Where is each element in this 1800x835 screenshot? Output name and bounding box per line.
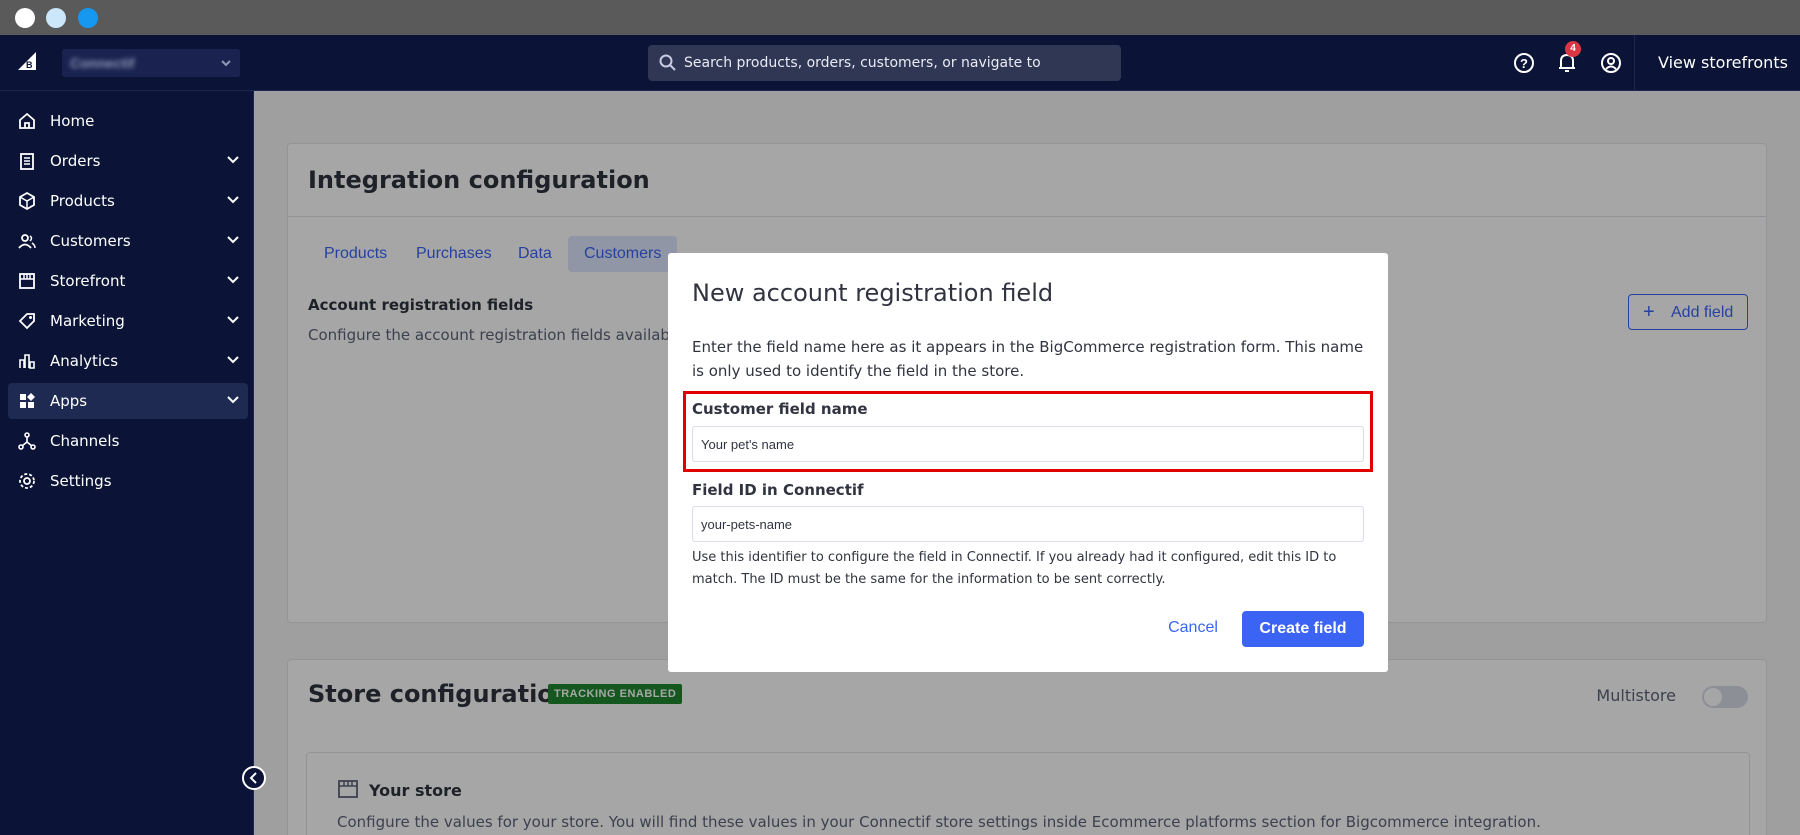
sidebar-item-label: Analytics [50, 352, 119, 370]
analytics-icon [19, 354, 35, 369]
svg-text:?: ? [1520, 56, 1528, 71]
sidebar-item-apps[interactable]: Apps [8, 383, 248, 419]
chevron-down-icon [227, 356, 239, 364]
view-storefronts-link[interactable]: View storefronts [1658, 53, 1788, 72]
account-icon[interactable] [1598, 50, 1624, 76]
sidebar-item-label: Storefront [50, 272, 126, 290]
window-minimize-button[interactable] [46, 8, 66, 28]
search-icon [659, 54, 676, 71]
channels-icon [18, 432, 36, 450]
chevron-down-icon [227, 156, 239, 164]
sidebar-item-label: Channels [50, 432, 120, 450]
sidebar-item-channels[interactable]: Channels [8, 423, 248, 459]
notifications-badge: 4 [1565, 41, 1581, 57]
marketing-icon [18, 313, 35, 330]
sidebar-item-customers[interactable]: Customers [8, 223, 248, 259]
chevron-down-icon [227, 276, 239, 284]
sidebar-collapse-button[interactable] [242, 766, 266, 790]
top-bar: B Connectif Search products, orders, cus… [0, 35, 1800, 91]
window-maximize-button[interactable] [78, 8, 98, 28]
chevron-left-icon [249, 772, 257, 784]
sidebar-item-label: Settings [50, 472, 112, 490]
sidebar-item-orders[interactable]: Orders [8, 143, 248, 179]
sidebar: Home Orders Products Customers Storefron… [0, 91, 254, 835]
help-icon[interactable]: ? [1511, 50, 1537, 76]
sidebar-item-label: Home [50, 112, 95, 130]
customer-field-value: Your pet's name [701, 437, 795, 452]
chevron-down-icon [227, 396, 239, 404]
customers-icon [18, 234, 36, 249]
sidebar-item-storefront[interactable]: Storefront [8, 263, 248, 299]
new-field-modal: New account registration field Enter the… [668, 253, 1388, 672]
settings-icon [19, 473, 35, 489]
sidebar-item-settings[interactable]: Settings [8, 463, 248, 499]
field-id-input[interactable]: your-pets-name [692, 506, 1364, 542]
sidebar-item-label: Marketing [50, 312, 125, 330]
sidebar-item-analytics[interactable]: Analytics [8, 343, 248, 379]
sidebar-item-products[interactable]: Products [8, 183, 248, 219]
products-icon [19, 191, 35, 211]
chevron-down-icon [227, 196, 239, 204]
store-name: Connectif [70, 55, 135, 71]
home-icon [19, 112, 35, 129]
topbar-divider [1634, 35, 1635, 91]
chevron-down-icon [227, 236, 239, 244]
chevron-down-icon [221, 60, 231, 67]
svg-text:B: B [26, 60, 33, 70]
sidebar-item-marketing[interactable]: Marketing [8, 303, 248, 339]
search-placeholder: Search products, orders, customers, or n… [684, 55, 1041, 71]
modal-title: New account registration field [692, 279, 1054, 307]
sidebar-item-home[interactable]: Home [8, 103, 248, 139]
customer-field-input[interactable]: Your pet's name [692, 426, 1364, 462]
store-selector[interactable]: Connectif [62, 49, 240, 77]
window-close-button[interactable] [15, 8, 35, 28]
bigcommerce-logo-icon[interactable]: B [14, 49, 42, 77]
search-bar[interactable]: Search products, orders, customers, or n… [648, 45, 1121, 81]
field-id-help-text: Use this identifier to configure the fie… [692, 550, 1337, 587]
storefront-icon [19, 273, 35, 289]
create-field-button[interactable]: Create field [1242, 611, 1364, 647]
orders-icon [20, 153, 34, 170]
sidebar-item-label: Customers [50, 232, 131, 250]
sidebar-item-label: Orders [50, 152, 101, 170]
customer-field-label: Customer field name [692, 400, 868, 418]
sidebar-item-label: Apps [50, 392, 88, 410]
cancel-button[interactable]: Cancel [1158, 611, 1228, 645]
window-titlebar [0, 0, 1800, 35]
sidebar-item-label: Products [50, 192, 115, 210]
modal-description: Enter the field name here as it appears … [692, 338, 1364, 380]
chevron-down-icon [227, 316, 239, 324]
apps-icon [20, 393, 35, 408]
field-id-label: Field ID in Connectif [692, 481, 864, 499]
field-id-value: your-pets-name [701, 517, 793, 532]
